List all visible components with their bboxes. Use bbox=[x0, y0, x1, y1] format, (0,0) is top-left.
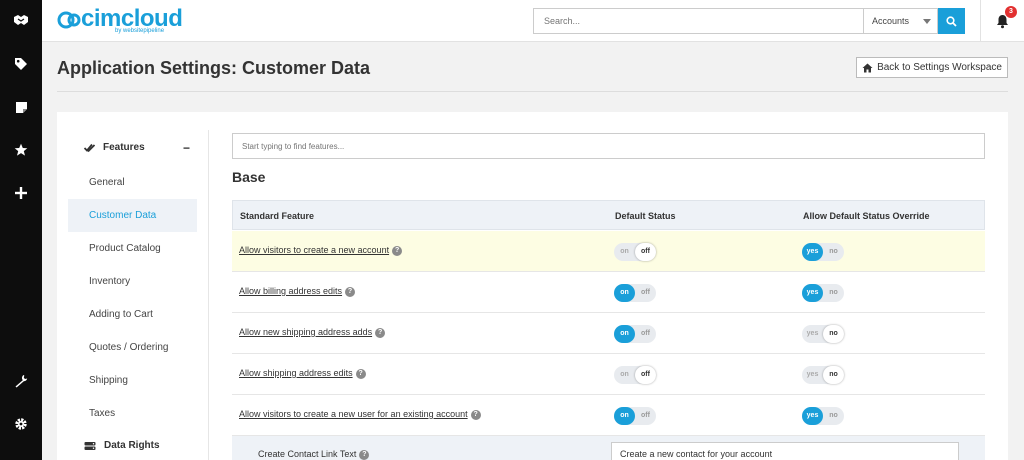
page-title: Application Settings: Customer Data bbox=[57, 58, 371, 78]
notification-badge: 3 bbox=[1005, 6, 1017, 18]
sub-setting-row: Create Contact Link Text? bbox=[232, 436, 985, 460]
search-scope-select[interactable]: Accounts bbox=[863, 8, 938, 34]
sidebar-item-shipping[interactable]: Shipping bbox=[68, 364, 197, 397]
cimcloud-logo[interactable]: cimcloud by websitepipeline bbox=[57, 5, 183, 34]
sidebar-item-general[interactable]: General bbox=[68, 166, 197, 199]
sub-setting-label: Create Contact Link Text? bbox=[258, 449, 370, 460]
home-icon bbox=[862, 63, 873, 72]
plus-icon[interactable] bbox=[0, 178, 42, 208]
toggle-option-label: no bbox=[829, 248, 838, 255]
default-status-toggle[interactable]: on off bbox=[614, 407, 656, 425]
feature-link[interactable]: Allow visitors to create a new account? bbox=[239, 245, 403, 256]
toggle-option-label: off bbox=[641, 289, 650, 296]
table-header: Standard Feature Default Status Allow De… bbox=[232, 200, 985, 230]
allow-override-toggle[interactable]: yes no bbox=[802, 325, 844, 343]
toggle-option-label: no bbox=[829, 289, 838, 296]
allow-override-toggle[interactable]: yes no bbox=[802, 407, 844, 425]
search-icon bbox=[946, 15, 957, 27]
top-bar: cimcloud by websitepipeline Accounts 3 bbox=[42, 0, 1024, 42]
search-input[interactable] bbox=[533, 8, 863, 34]
back-button-label: Back to Settings Workspace bbox=[877, 62, 1002, 73]
toggle-option-label: off bbox=[641, 371, 650, 378]
help-icon[interactable]: ? bbox=[359, 450, 370, 460]
feature-search-input[interactable] bbox=[232, 133, 985, 159]
feature-link[interactable]: Allow billing address edits? bbox=[239, 286, 356, 297]
table-row: Allow billing address edits? on off yes no bbox=[232, 272, 985, 313]
header-divider bbox=[57, 91, 1008, 92]
sidebar-item-adding-to-cart[interactable]: Adding to Cart bbox=[68, 298, 197, 331]
table-row: Allow shipping address edits? on off yes no bbox=[232, 354, 985, 395]
note-icon[interactable] bbox=[0, 92, 42, 122]
toggle-option-label: on bbox=[620, 289, 629, 296]
sidebar-item-quotes-ordering[interactable]: Quotes / Ordering bbox=[68, 331, 197, 364]
column-header-default-status: Default Status bbox=[615, 211, 676, 221]
feature-link[interactable]: Allow visitors to create a new user for … bbox=[239, 409, 481, 420]
logo-text: cimcloud bbox=[81, 5, 183, 32]
help-icon[interactable]: ? bbox=[345, 287, 356, 297]
wrench-icon[interactable] bbox=[0, 366, 42, 396]
toggle-option-label: on bbox=[620, 248, 629, 255]
sidebar-item-inventory[interactable]: Inventory bbox=[68, 265, 197, 298]
section-title: Base bbox=[232, 169, 266, 185]
toggle-option-label: yes bbox=[806, 330, 819, 337]
sidebar-item-customer-data[interactable]: Customer Data bbox=[68, 199, 197, 232]
star-icon[interactable] bbox=[0, 135, 42, 165]
nav-divider bbox=[208, 130, 209, 460]
handshake-icon[interactable] bbox=[0, 5, 42, 35]
toggle-option-label: no bbox=[829, 330, 838, 337]
toggle-option-label: yes bbox=[806, 412, 819, 419]
default-status-toggle[interactable]: on off bbox=[614, 284, 656, 302]
toggle-option-label: on bbox=[620, 412, 629, 419]
toggle-option-label: no bbox=[829, 371, 838, 378]
help-icon[interactable]: ? bbox=[355, 369, 366, 379]
double-check-icon bbox=[84, 143, 95, 152]
allow-override-toggle[interactable]: yes no bbox=[802, 366, 844, 384]
toggle-option-label: no bbox=[829, 412, 838, 419]
column-header-allow-override: Allow Default Status Override bbox=[803, 211, 930, 221]
allow-override-toggle[interactable]: yes no bbox=[802, 284, 844, 302]
allow-override-toggle[interactable]: yes no bbox=[802, 243, 844, 261]
back-to-settings-button[interactable]: Back to Settings Workspace bbox=[856, 57, 1008, 78]
toggle-option-label: yes bbox=[806, 289, 819, 296]
table-row: Allow visitors to create a new account? o… bbox=[232, 231, 985, 272]
notifications-button[interactable]: 3 bbox=[980, 0, 1024, 42]
features-section-label: Features bbox=[103, 142, 145, 153]
default-status-toggle[interactable]: on off bbox=[614, 366, 656, 384]
logo-subtext: by websitepipeline bbox=[115, 28, 165, 34]
sidebar-item-taxes[interactable]: Taxes bbox=[68, 397, 197, 430]
table-row: Allow new shipping address adds? on off yes… bbox=[232, 313, 985, 354]
sidebar-item-product-catalog[interactable]: Product Catalog bbox=[68, 232, 197, 265]
column-header-feature: Standard Feature bbox=[240, 211, 315, 221]
help-icon[interactable]: ? bbox=[392, 246, 403, 256]
toggle-option-label: yes bbox=[806, 371, 819, 378]
toggle-option-label: off bbox=[641, 330, 650, 337]
feature-link[interactable]: Allow shipping address edits? bbox=[239, 368, 366, 379]
default-status-toggle[interactable]: on off bbox=[614, 243, 656, 261]
gear-icon[interactable] bbox=[0, 409, 42, 439]
feature-link[interactable]: Allow new shipping address adds? bbox=[239, 327, 386, 338]
toggle-option-label: off bbox=[641, 412, 650, 419]
toggle-option-label: on bbox=[620, 371, 629, 378]
collapse-features-button[interactable]: − bbox=[183, 141, 190, 155]
tag-icon[interactable] bbox=[0, 49, 42, 79]
search-scope-value: Accounts bbox=[872, 16, 910, 26]
toggle-option-label: off bbox=[641, 248, 650, 255]
toggle-option-label: yes bbox=[806, 248, 819, 255]
help-icon[interactable]: ? bbox=[470, 410, 481, 420]
left-rail bbox=[0, 0, 42, 460]
create-contact-link-text-input[interactable] bbox=[611, 442, 959, 460]
drive-icon bbox=[84, 441, 96, 450]
search-button[interactable] bbox=[938, 8, 965, 34]
features-section-header[interactable]: Features bbox=[84, 142, 145, 153]
table-row: Allow visitors to create a new user for … bbox=[232, 395, 985, 436]
chevron-down-icon bbox=[923, 19, 931, 24]
help-icon[interactable]: ? bbox=[375, 328, 386, 338]
cloud-logo-icon bbox=[57, 11, 81, 29]
data-rights-section-header[interactable]: Data Rights bbox=[84, 440, 160, 451]
toggle-option-label: on bbox=[620, 330, 629, 337]
default-status-toggle[interactable]: on off bbox=[614, 325, 656, 343]
data-rights-section-label: Data Rights bbox=[104, 440, 160, 451]
